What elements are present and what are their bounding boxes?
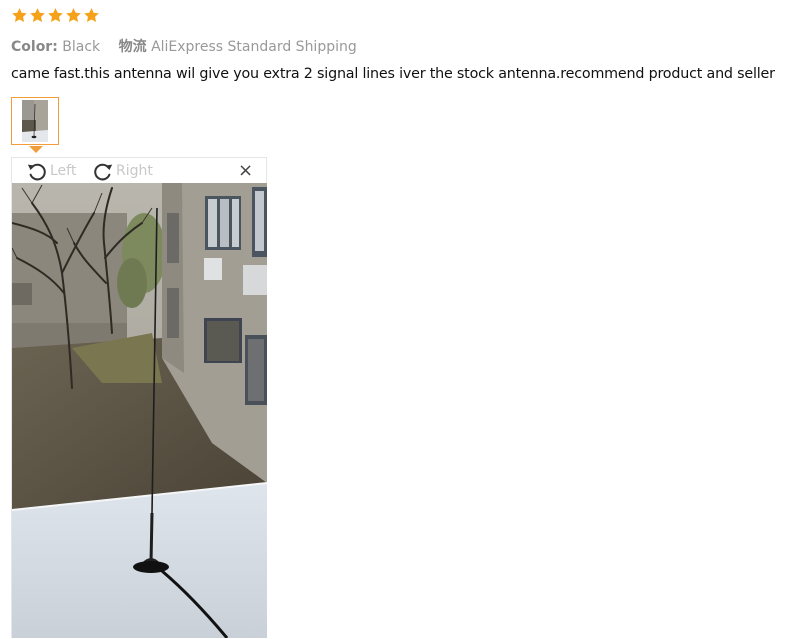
rotate-left-icon [27,163,46,181]
star-icon [84,8,99,22]
order-meta: Color: Black 物流 AliExpress Standard Ship… [11,36,357,56]
shipping-value: AliExpress Standard Shipping [151,39,357,55]
image-viewer: Left Right × [11,157,267,638]
rotate-left-label: Left [50,163,77,179]
rotate-right-button[interactable]: Right [92,160,153,182]
star-icon [12,8,27,22]
color-value: Black [62,39,101,55]
photo-thumbnail[interactable] [11,97,59,145]
thumbnail-image [22,100,48,142]
rotate-right-label: Right [116,163,153,179]
review-text: came fast.this antenna wil give you extr… [11,66,775,82]
color-label: Color: [11,39,58,55]
star-icon [30,8,45,22]
star-icon [66,8,81,22]
thumbnail-selected-indicator [29,146,43,153]
review-photo [12,183,267,638]
rotate-left-button[interactable]: Left [26,160,76,182]
rotate-right-icon [94,163,113,181]
star-rating [11,7,100,24]
close-icon[interactable]: × [238,162,253,180]
star-icon [48,8,63,22]
shipping-label: 物流 [118,39,147,55]
viewer-toolbar: Left Right × [12,158,266,184]
